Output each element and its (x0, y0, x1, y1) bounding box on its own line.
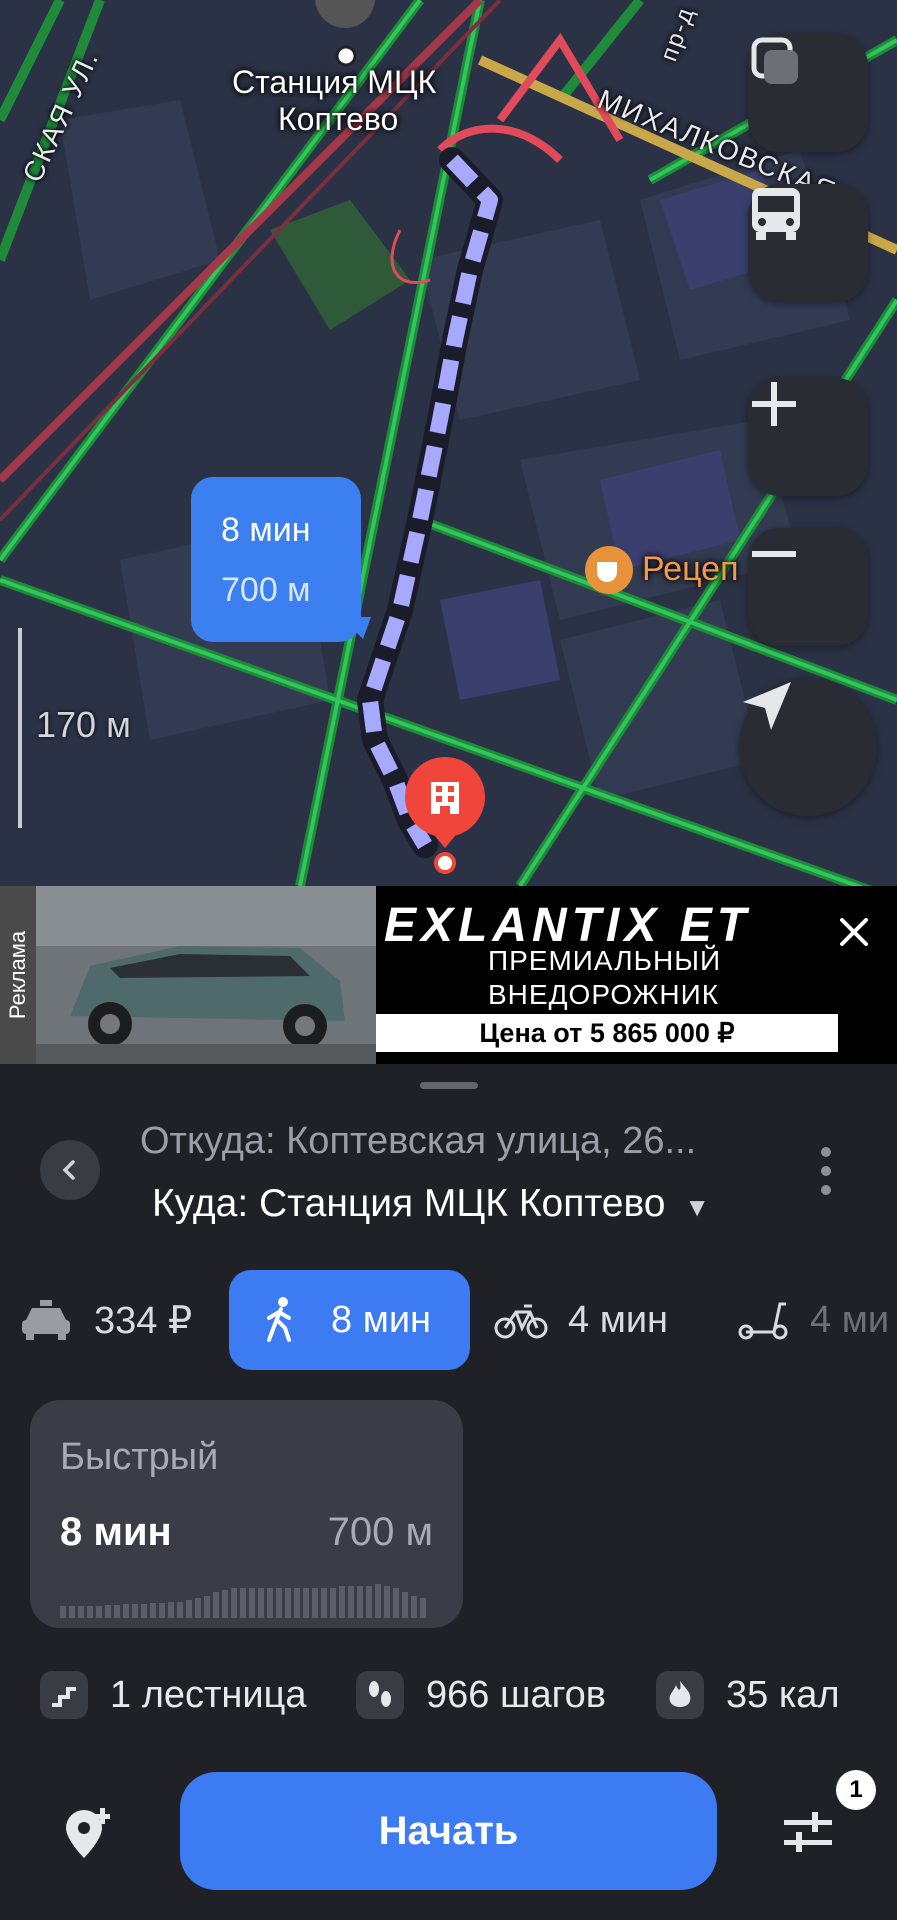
zoom-out-button[interactable] (748, 528, 868, 646)
bicycle-icon (494, 1304, 548, 1339)
close-icon[interactable] (836, 914, 872, 950)
my-location-button[interactable] (739, 678, 877, 816)
footprints-icon (356, 1671, 404, 1719)
route-option-card[interactable]: Быстрый 8 мин 700 м (30, 1400, 463, 1628)
dropdown-arrow-icon: ▼ (684, 1192, 711, 1222)
bus-icon (752, 188, 800, 240)
elevation-profile (60, 1584, 426, 1618)
bubble-distance: 700 м (221, 571, 311, 609)
route-time-bubble[interactable]: 8 мин 700 м (191, 477, 371, 642)
chevron-left-icon (62, 1160, 75, 1180)
ad-banner[interactable]: Реклама EXLANTIX ET ПРЕМИАЛЬНЫЙ ВНЕДОРОЖ… (0, 886, 897, 1064)
route-from[interactable]: Откуда: Коптевская улица, 26... (140, 1120, 696, 1163)
stairs-icon (40, 1671, 88, 1719)
sheet-handle[interactable] (420, 1082, 478, 1089)
ad-subtitle: ПРЕМИАЛЬНЫЙ ВНЕДОРОЖНИК (488, 945, 722, 1010)
route-to[interactable]: Куда: Станция МЦК Коптево ▼ (152, 1182, 710, 1226)
transport-button[interactable] (748, 184, 868, 302)
mode-scooter[interactable]: 4 ми (736, 1270, 889, 1370)
scooter-icon (738, 1302, 788, 1340)
stat-calories: 35 кал (656, 1660, 840, 1730)
route-stats: 1 лестница 966 шагов 35 кал (0, 1660, 897, 1730)
layers-icon (751, 37, 798, 84)
ad-price: Цена от 5 865 000 ₽ (376, 1014, 838, 1052)
minus-icon (752, 551, 796, 557)
transport-modes: 334 ₽ 8 мин 4 мин 4 ми (0, 1270, 897, 1370)
add-place-icon[interactable] (62, 1806, 116, 1860)
stat-steps: 966 шагов (356, 1660, 606, 1730)
map-view[interactable]: Станция МЦК Коптево МИХАЛКОВСКАЯ СКАЯ УЛ… (0, 0, 897, 886)
filters-badge: 1 (836, 1770, 876, 1810)
layers-button[interactable] (748, 34, 868, 152)
plus-icon (752, 382, 796, 426)
taxi-icon (22, 1300, 70, 1340)
poi-label-recept[interactable]: Рецеп (642, 550, 739, 589)
station-label: Станция МЦК Коптево (232, 64, 437, 137)
scale-bar (18, 628, 22, 828)
start-button[interactable]: Начать (180, 1772, 717, 1890)
mode-bicycle[interactable]: 4 мин (494, 1270, 668, 1370)
stat-stairs: 1 лестница (40, 1660, 307, 1730)
mode-taxi[interactable]: 334 ₽ (20, 1270, 192, 1370)
filters-icon[interactable] (778, 1806, 838, 1860)
location-arrow-icon (743, 682, 791, 730)
mode-walk[interactable]: 8 мин (229, 1270, 470, 1370)
more-options-icon[interactable] (816, 1146, 836, 1196)
back-button[interactable] (40, 1140, 100, 1200)
zoom-in-button[interactable] (748, 378, 868, 496)
route-option-title: Быстрый (60, 1436, 219, 1478)
scale-text: 170 м (36, 704, 131, 745)
ad-label: Реклама (0, 886, 36, 1064)
bubble-tail (341, 617, 371, 639)
flame-icon (656, 1671, 704, 1719)
bubble-time: 8 мин (221, 511, 311, 549)
walk-icon (267, 1297, 291, 1342)
route-option-distance: 700 м (327, 1510, 433, 1554)
route-option-time: 8 мин (60, 1510, 172, 1554)
